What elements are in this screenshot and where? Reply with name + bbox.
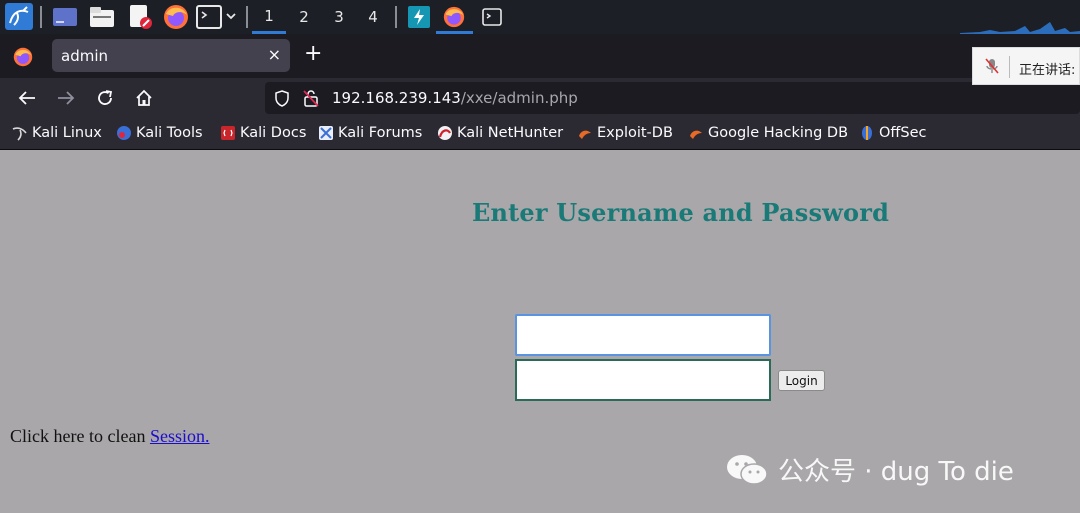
login-button[interactable]: Login <box>778 370 825 391</box>
network-graph-icon <box>960 22 1080 34</box>
file-manager-icon[interactable] <box>88 3 116 30</box>
tracking-shield-icon[interactable] <box>274 90 290 111</box>
bookmark-google-hacking-db[interactable]: Google Hacking DB <box>688 125 848 141</box>
tab-title: admin <box>61 47 108 65</box>
password-input[interactable] <box>515 359 771 401</box>
kali-nethunter-icon <box>437 125 453 141</box>
bookmark-kali-linux[interactable]: Kali Linux <box>12 125 102 141</box>
workspace-3[interactable]: 3 <box>322 0 356 34</box>
firefox-view-icon[interactable] <box>10 43 36 70</box>
terminal-task-icon[interactable] <box>478 3 506 30</box>
session-link[interactable]: Session. <box>150 426 210 446</box>
bookmark-kali-docs[interactable]: Kali Docs <box>220 125 306 141</box>
bookmark-kali-forums[interactable]: Kali Forums <box>318 125 422 141</box>
insecure-lock-icon[interactable] <box>303 89 319 111</box>
kali-dragon-icon <box>12 125 28 141</box>
bookmark-label: Exploit-DB <box>597 125 673 141</box>
url-host: 192.168.239.143 <box>332 89 461 107</box>
bookmark-kali-tools[interactable]: Kali Tools <box>116 125 203 141</box>
kali-forums-icon <box>318 125 334 141</box>
url-text[interactable]: 192.168.239.143/xxe/admin.php <box>332 89 578 107</box>
bookmark-label: Kali Tools <box>136 125 203 141</box>
bookmark-label: Google Hacking DB <box>708 125 849 141</box>
bookmarks-toolbar: Kali Linux Kali Tools Kali Docs Kali For… <box>0 118 1080 150</box>
bookmark-offsec[interactable]: OffSec <box>859 125 927 141</box>
bookmark-label: OffSec <box>879 125 927 141</box>
tab-close-icon[interactable]: × <box>268 45 281 64</box>
bookmark-label: Kali Docs <box>240 125 307 141</box>
terminal-launcher-icon[interactable] <box>195 3 241 30</box>
notification-label: 正在讲话: <box>1019 63 1076 78</box>
page-content: Enter Username and Password Login Click … <box>0 151 1080 513</box>
muted-mic-icon[interactable] <box>983 57 1001 79</box>
wechat-logo-icon <box>727 454 768 485</box>
taskbar: 1 2 3 4 <box>0 0 1080 34</box>
workspace-2[interactable]: 2 <box>287 0 321 34</box>
ghdb-icon <box>688 125 704 141</box>
new-tab-button[interactable]: + <box>304 43 322 65</box>
wechat-watermark: 公众号 · dug To die <box>726 451 1014 488</box>
speaking-notification: 正在讲话: <box>972 47 1080 85</box>
forward-button[interactable] <box>55 87 77 109</box>
firefox-task-icon <box>441 3 467 30</box>
url-path: /xxe/admin.php <box>460 89 578 107</box>
bookmark-label: Kali Forums <box>338 125 423 141</box>
firefox-launcher-icon[interactable] <box>162 3 190 30</box>
exploit-db-icon <box>577 125 593 141</box>
tab-strip: admin × + <box>0 34 1080 78</box>
workspace-1[interactable]: 1 <box>252 0 286 34</box>
page-heading: Enter Username and Password <box>472 198 890 227</box>
show-desktop-icon[interactable] <box>51 3 79 30</box>
clean-session-prefix: Click here to clean <box>10 426 150 446</box>
workspace-4[interactable]: 4 <box>356 0 390 34</box>
reload-button[interactable] <box>94 87 116 109</box>
kali-docs-icon <box>220 125 236 141</box>
app-task-icon[interactable] <box>405 3 433 30</box>
firefox-task[interactable] <box>436 0 473 34</box>
home-button[interactable] <box>133 87 155 109</box>
navigation-bar: 192.168.239.143/xxe/admin.php <box>0 78 1080 118</box>
bookmark-label: Kali Linux <box>32 125 102 141</box>
back-button[interactable] <box>16 87 38 109</box>
kali-tools-icon <box>116 125 132 141</box>
offsec-icon <box>859 125 875 141</box>
bookmark-exploit-db[interactable]: Exploit-DB <box>577 125 673 141</box>
clean-session-text: Click here to clean Session. <box>10 426 209 447</box>
username-input[interactable] <box>515 314 771 356</box>
kali-menu-icon[interactable] <box>4 3 34 30</box>
bookmark-label: Kali NetHunter <box>457 125 564 141</box>
bookmark-kali-nethunter[interactable]: Kali NetHunter <box>437 125 563 141</box>
watermark-text: 公众号 · dug To die <box>778 457 1014 487</box>
address-bar[interactable]: 192.168.239.143/xxe/admin.php <box>265 82 1080 114</box>
text-editor-icon[interactable] <box>126 3 154 30</box>
tab-admin[interactable]: admin × <box>52 39 290 72</box>
